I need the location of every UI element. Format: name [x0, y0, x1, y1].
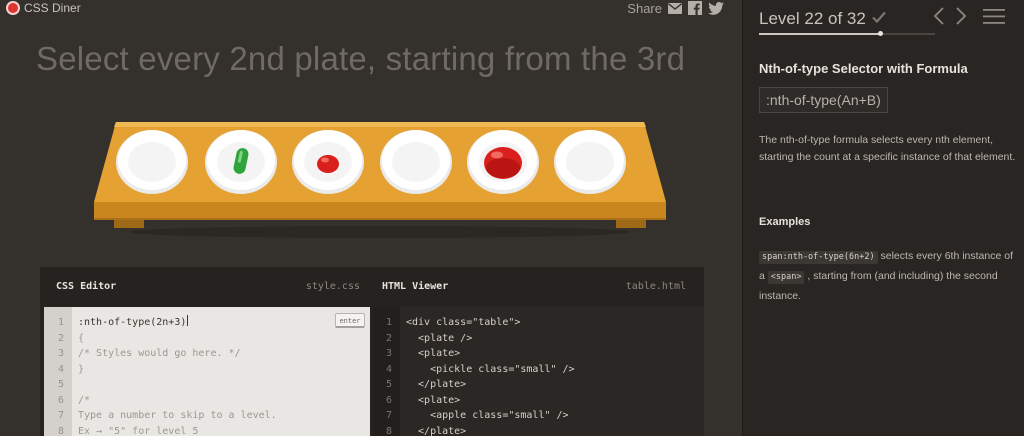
previous-level-icon[interactable] [933, 6, 945, 31]
level-progress-marker [878, 31, 883, 36]
css-code: 1:nth-of-type(2n+3) 2{ 3/* Styles would … [44, 315, 277, 436]
selector-syntax: :nth-of-type(An+B) [759, 87, 888, 113]
level-progress-fill [759, 33, 880, 35]
plate[interactable] [554, 130, 626, 194]
checkmark-icon [872, 10, 886, 28]
markup-line[interactable]: 2 <plate /> [374, 331, 575, 347]
example-code: <span> [767, 271, 805, 284]
markup-line[interactable]: 4 <pickle class="small" /> [374, 362, 575, 378]
enter-button[interactable]: enter [335, 313, 365, 328]
markup-line[interactable]: 6 <plate> [374, 393, 575, 409]
logo[interactable]: CSS Diner [8, 0, 81, 16]
html-viewer-title: HTML Viewer [382, 280, 449, 292]
share-bar: Share [627, 0, 724, 16]
facebook-icon[interactable] [688, 1, 702, 15]
html-file-name: table.html [625, 280, 686, 292]
code-line: 5 [57, 379, 64, 390]
apple[interactable] [317, 155, 339, 173]
markup-line[interactable]: 8 </plate> [374, 424, 575, 436]
plate[interactable] [116, 130, 188, 194]
mail-icon[interactable] [668, 2, 682, 14]
css-editor-title: CSS Editor [56, 280, 117, 292]
css-file-name: style.css [305, 280, 360, 292]
level-instruction: Select every 2nd plate, starting from th… [36, 40, 686, 77]
example: span:nth-of-type(6n+2) selects every 6th… [759, 246, 1021, 306]
html-viewer-header: HTML Viewer table.html [374, 267, 704, 305]
code-line: 6/* [57, 394, 91, 406]
markup-line[interactable]: 3 <plate> [374, 346, 575, 362]
apple[interactable] [484, 147, 522, 179]
selector-name: Nth-of-type Selector with Formula [759, 61, 968, 76]
level-progress-bar [759, 31, 935, 36]
html-viewer-pane: 1 <div class="table"> 2 <plate /> 3 <plat… [374, 307, 704, 436]
code-line: 4} [57, 363, 85, 375]
twitter-icon[interactable] [708, 1, 724, 15]
example-code: span:nth-of-type(6n+2) [759, 251, 878, 264]
dinner-table [94, 118, 666, 238]
logo-text: CSS Diner [24, 1, 81, 15]
code-line: 2{ [57, 332, 85, 344]
share-label: Share [627, 0, 662, 16]
css-editor-pane[interactable]: 1:nth-of-type(2n+3) 2{ 3/* Styles would … [44, 307, 370, 436]
css-editor-header: CSS Editor style.css [40, 267, 370, 305]
markup-line[interactable]: 5 </plate> [374, 377, 575, 393]
markup-line[interactable]: 1 <div class="table"> [374, 315, 575, 331]
menu-icon[interactable] [983, 7, 1005, 30]
code-editor: CSS Editor style.css HTML Viewer table.h… [40, 267, 704, 436]
selector-hint: The nth-of-type formula selects every nt… [759, 134, 1016, 163]
html-code: 1 <div class="table"> 2 <plate /> 3 <plat… [374, 315, 575, 436]
code-line: 1:nth-of-type(2n+3) [44, 315, 277, 331]
level-nav [933, 6, 1005, 31]
next-level-icon[interactable] [955, 6, 967, 31]
text-caret [187, 315, 189, 326]
code-line: 8 Ex → "5" for level 5 [57, 425, 199, 436]
plate[interactable] [380, 130, 452, 194]
css-input[interactable]: :nth-of-type(2n+3) [78, 315, 186, 331]
logo-icon [8, 3, 18, 13]
code-line: 3/* Styles would go here. */ [57, 348, 241, 359]
level-text: Level 22 of 32 [759, 9, 866, 28]
code-line: 7 Type a number to skip to a level. [57, 410, 277, 421]
sidebar: Level 22 of 32 Nth-of-type Selector with… [742, 0, 1024, 436]
game-area: CSS Diner Share Select every 2nd plate, … [0, 0, 742, 436]
markup-line[interactable]: 7 <apple class="small" /> [374, 408, 575, 424]
examples-title: Examples [759, 216, 811, 228]
